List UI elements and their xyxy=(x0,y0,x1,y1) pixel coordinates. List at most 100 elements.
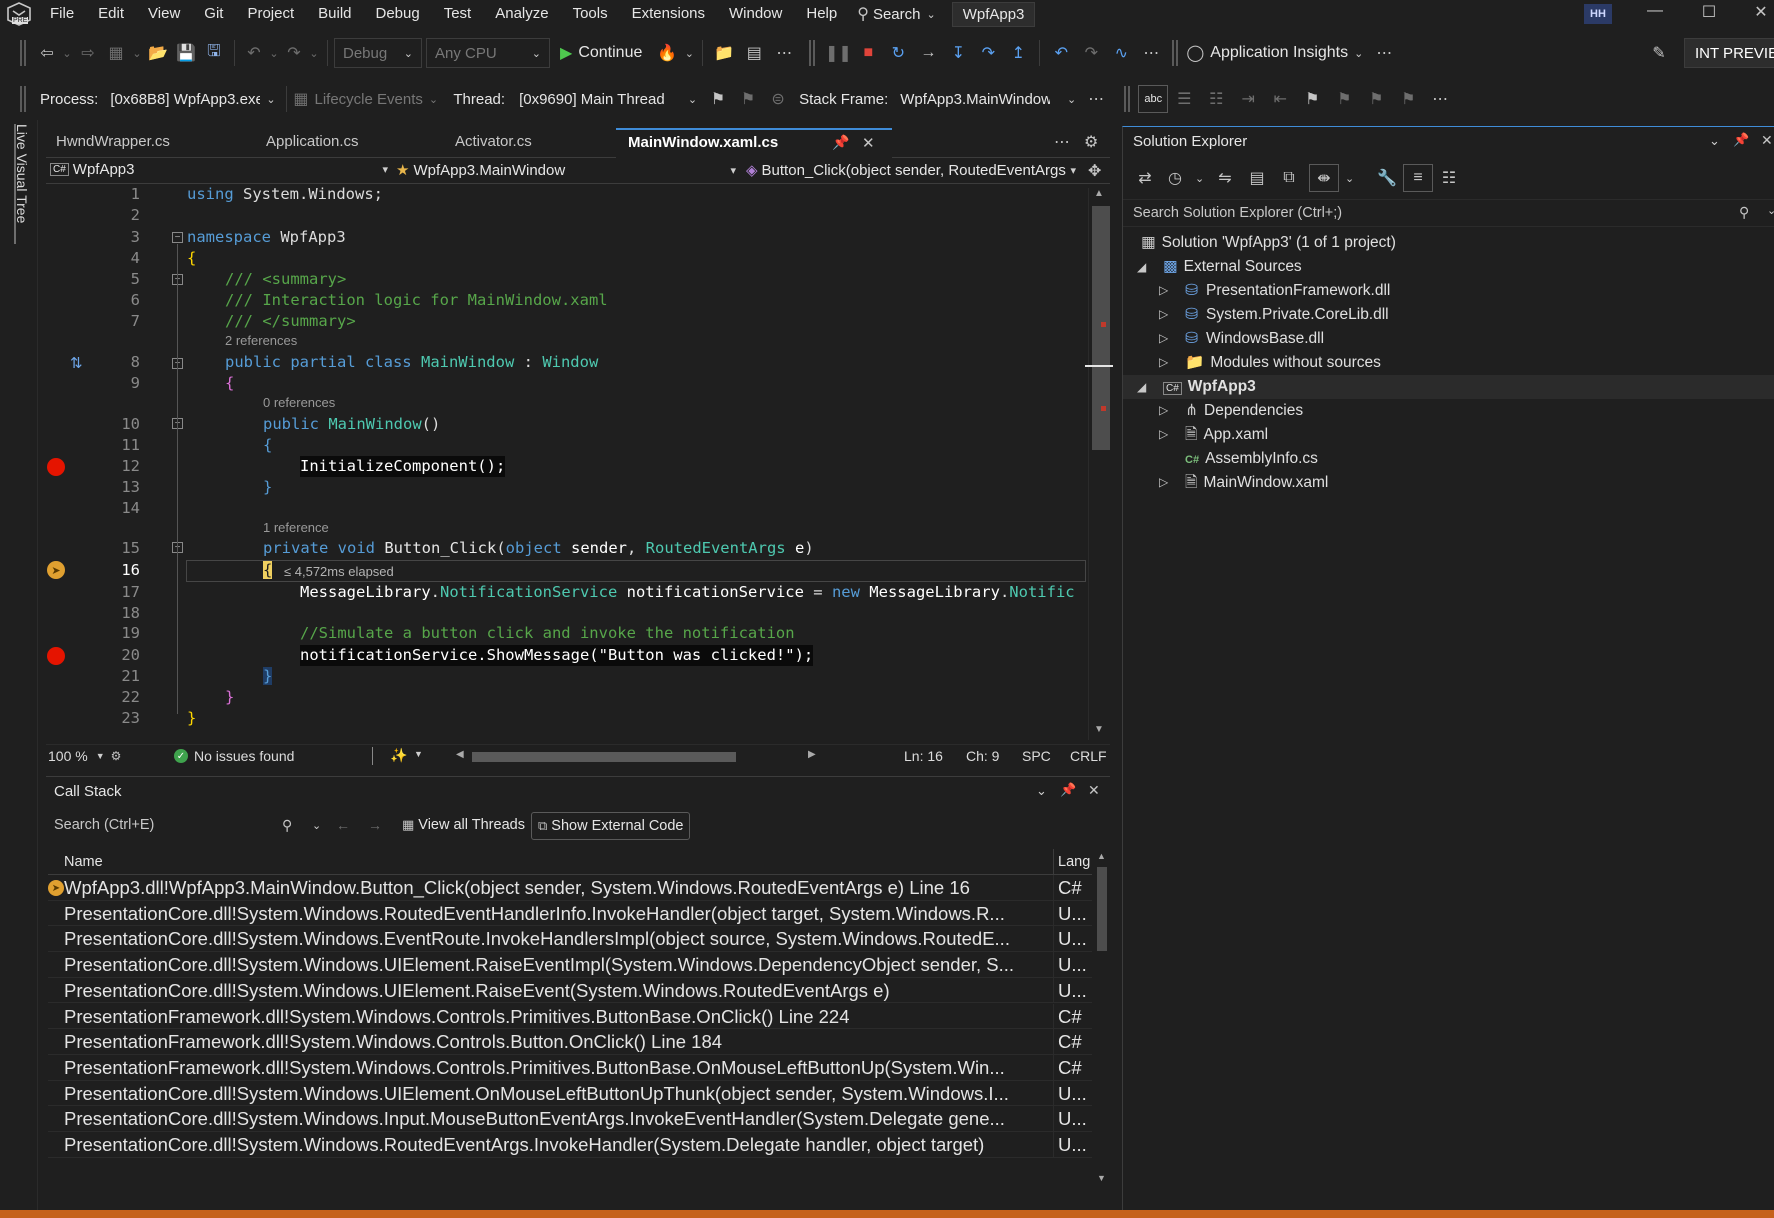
call-stack-row[interactable]: PresentationCore.dll!System.Windows.Rout… xyxy=(48,1132,1092,1158)
menu-git[interactable]: Git xyxy=(192,0,235,28)
menu-tools[interactable]: Tools xyxy=(561,0,620,28)
redo-icon[interactable]: ↷ xyxy=(281,43,307,63)
step-forward-icon[interactable]: ↷ xyxy=(1076,43,1106,63)
class-inheritance-icon[interactable]: ⇅ xyxy=(70,354,83,372)
menu-window[interactable]: Window xyxy=(717,0,794,28)
call-stack-row[interactable]: PresentationFramework.dll!System.Windows… xyxy=(48,1003,1092,1030)
member-nav-dropdown[interactable]: ◈ Button_Click(object sender, RoutedEven… xyxy=(746,161,1076,180)
search-input[interactable]: Search (Ctrl+E) xyxy=(54,817,154,833)
save-icon[interactable]: 💾 xyxy=(172,43,200,63)
open-folder-icon[interactable]: 📂 xyxy=(144,43,172,63)
search-button[interactable]: ⚲ Search ⌄ xyxy=(857,4,935,24)
call-stack-row[interactable]: PresentationCore.dll!System.Windows.Inpu… xyxy=(48,1106,1092,1132)
more-icon[interactable]: ⋯ xyxy=(1076,89,1116,109)
external-sources-node[interactable]: ▩ External Sources xyxy=(1163,255,1302,279)
tab-hwndwrapper[interactable]: HwndWrapper.cs xyxy=(56,133,170,150)
mainwindow-xaml-node[interactable]: 🗎 MainWindow.xaml xyxy=(1185,471,1328,495)
column-indicator[interactable]: Ch: 9 xyxy=(966,748,999,764)
call-stack-row[interactable]: PresentationCore.dll!System.Windows.Even… xyxy=(48,926,1092,953)
issues-indicator[interactable]: ✓ No issues found xyxy=(174,748,294,764)
codelens-references[interactable]: 2 references xyxy=(225,333,297,348)
toolbar-grip[interactable] xyxy=(809,40,816,66)
chevron-down-icon[interactable]: ▼ xyxy=(414,749,423,759)
horizontal-scrollbar[interactable]: ◀ ▶ xyxy=(456,749,816,764)
expand-down-icon[interactable]: ◢ xyxy=(1137,380,1146,394)
configuration-dropdown[interactable]: Debug ⌄ xyxy=(334,38,422,68)
menu-file[interactable]: File xyxy=(38,0,86,28)
call-stack-scrollbar[interactable]: ▲ ▼ xyxy=(1094,851,1110,1187)
call-stack-row[interactable]: PresentationFramework.dll!System.Windows… xyxy=(48,1029,1092,1055)
comment-icon[interactable]: ☰ xyxy=(1168,89,1200,109)
more-icon[interactable]: ⋯ xyxy=(769,43,799,63)
toolbar-grip[interactable] xyxy=(20,86,26,112)
live-visual-tree-tab[interactable]: Live Visual Tree xyxy=(14,124,30,244)
scrollbar-thumb[interactable] xyxy=(1097,867,1107,951)
prev-bookmark-icon[interactable]: ⚑ xyxy=(1328,89,1360,109)
more-icon[interactable]: ⋯ xyxy=(1054,132,1070,152)
menu-build[interactable]: Build xyxy=(306,0,363,28)
chevron-down-icon[interactable]: ⌄ xyxy=(1036,783,1047,799)
call-stack-row[interactable]: PresentationFramework.dll!System.Windows… xyxy=(48,1054,1092,1081)
tab-mainwindow-xaml-cs[interactable]: MainWindow.xaml.cs 📌 ✕ xyxy=(616,128,892,158)
column-header-name[interactable]: Name xyxy=(64,854,103,870)
expand-right-icon[interactable]: ▷ xyxy=(1159,403,1168,417)
editor-vertical-scrollbar[interactable]: ▲ ▼ xyxy=(1085,188,1113,740)
scroll-up-icon[interactable]: ▲ xyxy=(1097,851,1106,861)
process-dropdown[interactable]: [0x68B8] WpfApp3.exe ⌄ xyxy=(110,91,280,108)
ext-item-presentationframework[interactable]: ⛁ PresentationFramework.dll xyxy=(1185,279,1390,303)
fold-marker[interactable]: − xyxy=(172,232,183,243)
hot-reload-icon[interactable]: 🔥 xyxy=(652,43,682,63)
bookmark-icon[interactable]: ⚑ xyxy=(1296,89,1328,109)
line-ending-indicator[interactable]: CRLF xyxy=(1070,748,1107,764)
menu-analyze[interactable]: Analyze xyxy=(483,0,560,28)
pin-icon[interactable]: 📌 xyxy=(832,134,849,151)
step-back-icon[interactable]: ↶ xyxy=(1046,43,1076,63)
call-stack-row[interactable]: PresentationCore.dll!System.Windows.UIEl… xyxy=(48,952,1092,978)
output-window-icon[interactable]: ▤ xyxy=(739,43,769,63)
expand-right-icon[interactable]: ▷ xyxy=(1159,283,1168,297)
menu-edit[interactable]: Edit xyxy=(86,0,136,28)
minimize-icon[interactable]: — xyxy=(1640,2,1670,20)
call-stack-row[interactable]: PresentationCore.dll!System.Windows.UIEl… xyxy=(48,1080,1092,1107)
expand-right-icon[interactable]: ▷ xyxy=(1159,475,1168,489)
class-nav-dropdown[interactable]: ★ WpfApp3.MainWindow ▾ xyxy=(396,161,736,180)
whitespace-indicator[interactable]: SPC xyxy=(1022,748,1051,764)
pause-icon[interactable]: ❚❚ xyxy=(823,43,853,63)
scrollbar-thumb[interactable] xyxy=(1092,206,1110,450)
forward-icon[interactable]: → xyxy=(368,817,382,833)
thread-dropdown[interactable]: [0x9690] Main Thread ⌄ xyxy=(519,91,697,108)
undo-icon[interactable]: ↶ xyxy=(241,43,267,63)
zoom-dropdown[interactable]: 100 % ▼ ⚙ xyxy=(48,748,121,764)
project-nav-dropdown[interactable]: C# WpfApp3 ▾ xyxy=(50,161,388,178)
step-into-icon[interactable]: ↧ xyxy=(943,43,973,63)
project-node[interactable]: C# WpfApp3 xyxy=(1163,375,1256,399)
column-header-lang[interactable]: Lang xyxy=(1058,854,1090,870)
class-view-icon[interactable]: ☷ xyxy=(1433,168,1465,188)
call-stack-row[interactable]: PresentationCore.dll!System.Windows.UIEl… xyxy=(48,977,1092,1004)
show-next-statement-icon[interactable]: → xyxy=(913,44,943,62)
new-project-icon[interactable]: ▦ xyxy=(102,43,130,63)
chevron-down-icon[interactable]: ⌄ xyxy=(60,47,74,60)
tab-activator[interactable]: Activator.cs xyxy=(455,133,532,150)
call-stack-row[interactable]: ➤ WpfApp3.dll!WpfApp3.MainWindow.Button_C… xyxy=(48,875,1092,901)
properties-wrench-icon[interactable]: 🔧 xyxy=(1371,168,1403,188)
preview-selected-button[interactable]: ≡ xyxy=(1403,164,1433,192)
current-statement-breakpoint-icon[interactable]: ➤ xyxy=(47,561,65,579)
int-preview-badge[interactable]: INT PREVIEW xyxy=(1684,38,1774,68)
toolbar-grip[interactable] xyxy=(20,40,26,66)
close-icon[interactable]: ✕ xyxy=(1088,782,1100,799)
chevron-down-icon[interactable]: ⌄ xyxy=(267,47,281,60)
toolbar-grip[interactable] xyxy=(1124,86,1131,112)
search-icon[interactable]: ⚲ xyxy=(1739,204,1749,221)
scrollbar-thumb[interactable] xyxy=(472,752,736,762)
flag-threads-icon[interactable]: ⚑ xyxy=(733,89,763,109)
maximize-icon[interactable]: ☐ xyxy=(1694,2,1724,22)
chevron-down-icon[interactable]: ⌄ xyxy=(130,47,144,60)
menu-debug[interactable]: Debug xyxy=(364,0,432,28)
scroll-right-icon[interactable]: ▶ xyxy=(808,749,816,760)
sync-icon[interactable]: ⇄ xyxy=(1129,168,1161,188)
scroll-down-icon[interactable]: ▼ xyxy=(1094,724,1104,735)
step-over-icon[interactable]: ↷ xyxy=(973,43,1003,63)
application-insights-button[interactable]: ◯ Application Insights ⌄ xyxy=(1186,43,1363,63)
browse-folder-icon[interactable]: 📁 xyxy=(709,43,739,63)
